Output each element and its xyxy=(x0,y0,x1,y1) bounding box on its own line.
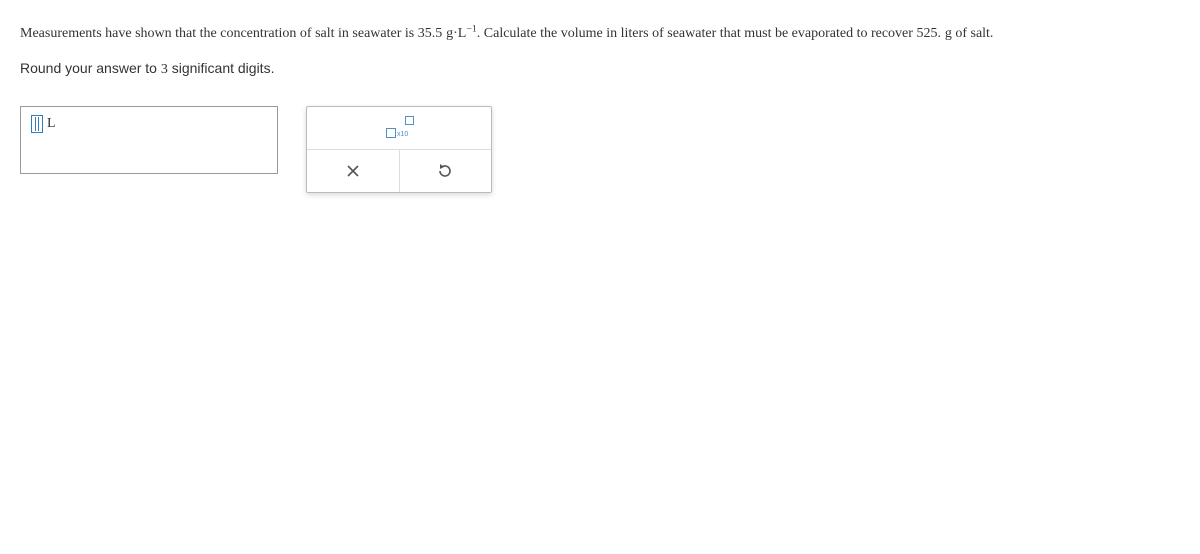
q-unit1-base: g·L xyxy=(446,26,466,41)
q-part1: Measurements have shown that the concent… xyxy=(20,26,418,41)
q-value1: 35.5 xyxy=(418,26,443,41)
instr-sigfigs: 3 xyxy=(161,62,168,77)
close-icon xyxy=(346,164,360,178)
instr-post: significant digits. xyxy=(168,60,275,76)
clear-button[interactable] xyxy=(307,150,400,192)
question-text: Measurements have shown that the concent… xyxy=(20,20,1180,46)
sci-notation-button[interactable]: x10 xyxy=(307,107,491,149)
q-value2: 525. xyxy=(916,26,941,41)
instruction-text: Round your answer to 3 significant digit… xyxy=(20,60,1180,78)
q-part3: of salt. xyxy=(952,26,994,41)
answer-unit: L xyxy=(47,115,56,132)
tools-row-1: x10 xyxy=(307,107,491,150)
answer-box[interactable]: L xyxy=(20,106,278,174)
tools-panel: x10 xyxy=(306,106,492,193)
q-unit2: g xyxy=(945,26,952,41)
answer-area: L x10 xyxy=(20,106,1180,193)
answer-input[interactable] xyxy=(31,115,43,133)
instr-pre: Round your answer to xyxy=(20,60,161,76)
sci-notation-icon: x10 xyxy=(386,118,412,138)
tools-row-2 xyxy=(307,150,491,192)
reset-button[interactable] xyxy=(400,150,492,192)
q-part2: . Calculate the volume in liters of seaw… xyxy=(477,26,917,41)
q-unit1-exp: −1 xyxy=(466,23,476,34)
undo-icon xyxy=(437,163,453,179)
